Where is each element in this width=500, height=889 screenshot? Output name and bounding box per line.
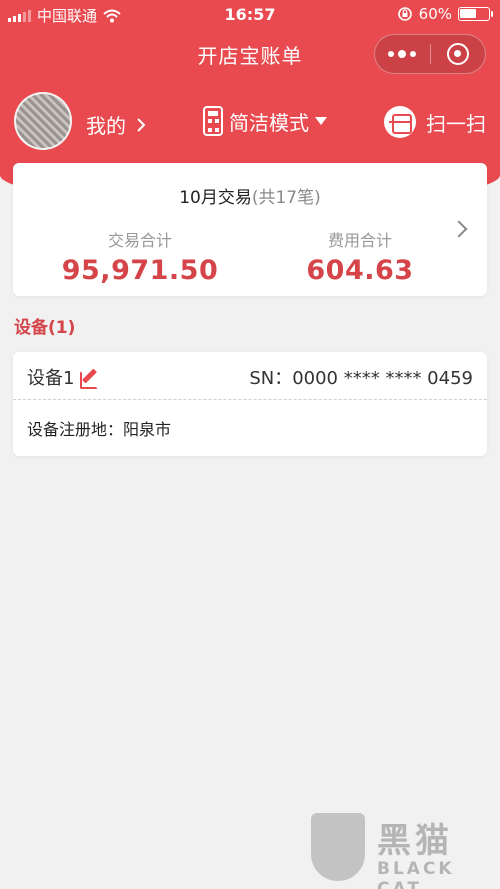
battery-percent: 60%	[418, 5, 452, 23]
device-name: 设备1	[27, 368, 75, 389]
transaction-count: (共17笔)	[251, 188, 321, 208]
caret-down-icon	[315, 117, 327, 125]
fee-column: 费用合计 604.63	[260, 227, 460, 286]
status-bar: 中国联通 16:57 60%	[0, 0, 500, 28]
mine-link[interactable]: 我的	[86, 110, 146, 139]
mini-program-capsule	[374, 34, 486, 74]
edit-icon[interactable]	[80, 368, 99, 389]
transaction-title: 10月交易(共17笔)	[13, 183, 487, 208]
device-card[interactable]: 设备1 SN：0000 **** **** 0459 设备注册地：阳泉市	[13, 352, 487, 456]
device-name-group: 设备1	[27, 364, 99, 390]
watermark-big-text: 黑猫	[377, 821, 453, 861]
device-header-row: 设备1 SN：0000 **** **** 0459	[13, 352, 487, 400]
scan-button[interactable]: 扫一扫	[384, 106, 486, 138]
total-column: 交易合计 95,971.50	[40, 227, 240, 286]
chevron-right-icon	[137, 117, 146, 132]
mode-label: 简洁模式	[229, 110, 309, 135]
fee-value: 604.63	[306, 255, 414, 286]
transaction-month: 10月交易	[179, 188, 252, 208]
black-cat-watermark: 黑猫 BLACK CAT	[311, 807, 496, 889]
cat-shield-icon	[311, 813, 365, 881]
mode-selector[interactable]: 简洁模式	[203, 106, 327, 136]
close-target-icon	[446, 43, 469, 65]
mine-label: 我的	[86, 114, 126, 138]
devices-section-title: 设备(1)	[14, 318, 76, 338]
toolbar: 我的 简洁模式 扫一扫	[0, 92, 500, 152]
scan-icon	[384, 106, 416, 138]
total-label: 交易合计	[107, 231, 172, 250]
more-dots-icon	[388, 50, 417, 58]
status-right: 60%	[397, 5, 493, 23]
avatar[interactable]	[14, 92, 72, 150]
close-button[interactable]	[431, 35, 486, 73]
device-sn: SN：0000 **** **** 0459	[249, 368, 473, 389]
total-value: 95,971.50	[61, 255, 219, 286]
device-registration: 设备注册地：阳泉市	[27, 420, 172, 439]
orientation-lock-icon	[397, 7, 412, 21]
battery-fill	[460, 9, 476, 18]
battery-icon	[458, 7, 493, 21]
scan-label: 扫一扫	[426, 111, 486, 136]
watermark-small-text: BLACK CAT	[377, 859, 455, 889]
fee-label: 费用合计	[327, 231, 392, 250]
transaction-summary-card[interactable]: 10月交易(共17笔) 交易合计 95,971.50 费用合计 604.63	[13, 163, 487, 296]
pos-terminal-icon	[203, 106, 223, 136]
more-button[interactable]	[375, 35, 430, 73]
